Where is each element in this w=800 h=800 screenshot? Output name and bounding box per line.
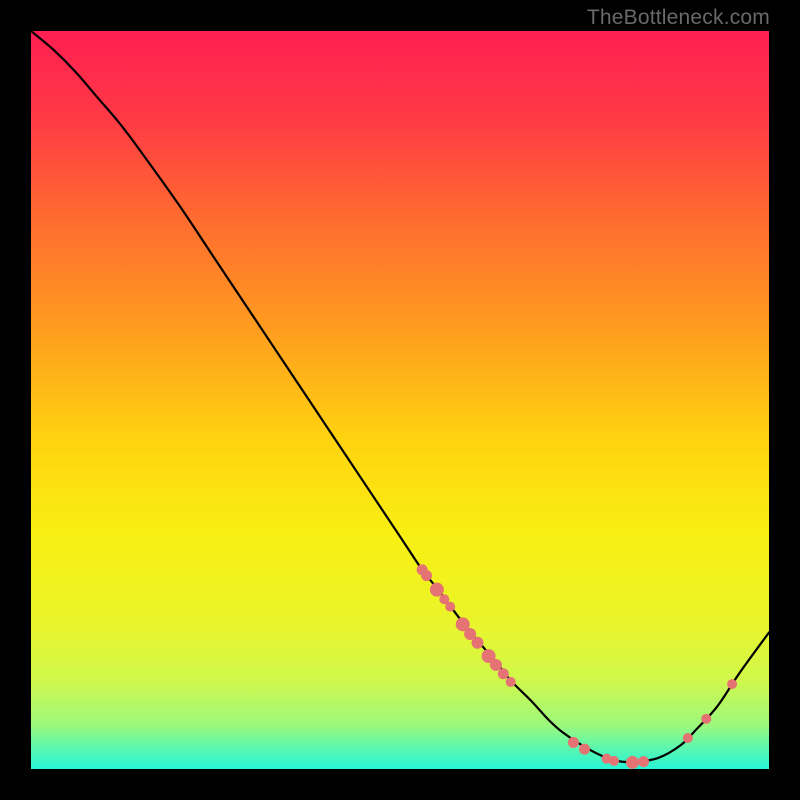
chart-container: TheBottleneck.com [0,0,800,800]
highlight-point [506,677,516,687]
watermark-text: TheBottleneck.com [587,6,770,30]
chart-background [31,31,769,769]
chart-svg [31,31,769,769]
highlight-point [638,756,649,767]
highlight-point [445,602,455,612]
highlight-point [421,570,432,581]
highlight-point [430,583,444,597]
highlight-point [568,737,579,748]
highlight-point [471,637,483,649]
highlight-point [490,659,502,671]
highlight-point [609,756,619,766]
highlight-point [579,744,590,755]
highlight-point [727,679,737,689]
highlight-point [498,668,509,679]
plot-area [31,31,769,769]
highlight-point [683,733,693,743]
highlight-point [626,756,639,769]
highlight-point [701,714,711,724]
